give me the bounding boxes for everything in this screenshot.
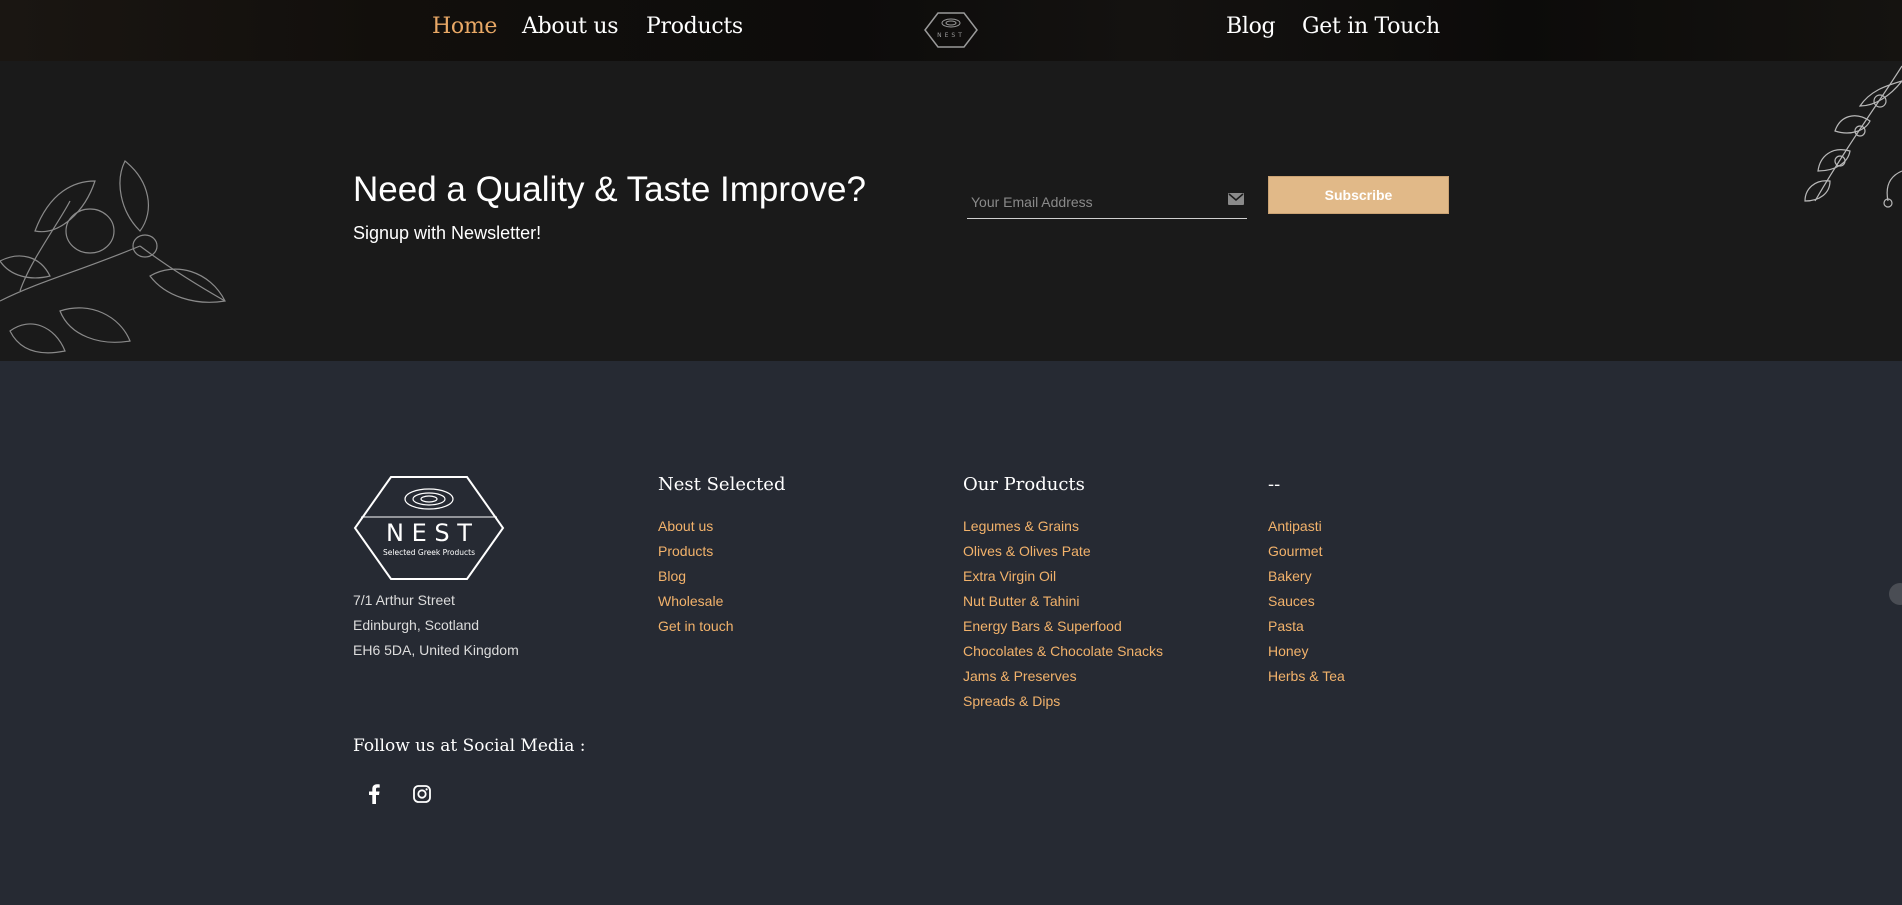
footer-link-pasta[interactable]: Pasta [1268, 618, 1304, 634]
subscribe-button[interactable]: Subscribe [1268, 176, 1449, 214]
newsletter-title: Need a Quality & Taste Improve? [353, 170, 866, 209]
botanical-illustration-right [1804, 65, 1902, 208]
column-title-our-products: Our Products [963, 474, 1085, 495]
footer-link-blog[interactable]: Blog [658, 568, 686, 584]
footer-link-products[interactable]: Products [658, 543, 713, 559]
footer-link-about-us[interactable]: About us [658, 518, 713, 534]
address-line-1: 7/1 Arthur Street [353, 592, 455, 608]
address-line-3: EH6 5DA, United Kingdom [353, 642, 519, 658]
scroll-indicator[interactable] [1889, 583, 1902, 605]
footer-link-extra-virgin-oil[interactable]: Extra Virgin Oil [963, 568, 1056, 584]
nav-products[interactable]: Products [646, 14, 743, 39]
newsletter-section: Need a Quality & Taste Improve? Signup w… [0, 61, 1902, 361]
svg-text:NEST: NEST [937, 32, 965, 39]
site-footer: N E S T Selected Greek Products 7/1 Arth… [0, 361, 1902, 905]
botanical-illustration-left [0, 160, 226, 354]
column-title-more: -- [1268, 474, 1281, 495]
footer-link-herbs-tea[interactable]: Herbs & Tea [1268, 668, 1345, 684]
footer-link-sauces[interactable]: Sauces [1268, 593, 1315, 609]
email-field [967, 184, 1247, 219]
envelope-icon [1228, 193, 1244, 205]
footer-link-legumes-grains[interactable]: Legumes & Grains [963, 518, 1079, 534]
nav-home[interactable]: Home [432, 14, 497, 39]
our-products-links: Legumes & Grains Olives & Olives Pate Ex… [963, 518, 1163, 718]
footer-link-jams-preserves[interactable]: Jams & Preserves [963, 668, 1077, 684]
nest-logo-icon[interactable]: NEST [924, 12, 978, 48]
footer-link-spreads-dips[interactable]: Spreads & Dips [963, 693, 1060, 709]
top-nav: Home About us Products NEST Blog Get in … [0, 0, 1902, 61]
nest-footer-logo[interactable]: N E S T Selected Greek Products [353, 475, 505, 581]
nav-blog[interactable]: Blog [1226, 14, 1276, 39]
column-title-nest-selected: Nest Selected [658, 474, 786, 495]
footer-link-bakery[interactable]: Bakery [1268, 568, 1312, 584]
footer-link-chocolates[interactable]: Chocolates & Chocolate Snacks [963, 643, 1163, 659]
footer-logo-tagline: Selected Greek Products [383, 548, 475, 557]
nav-about-us[interactable]: About us [522, 14, 619, 39]
nav-get-in-touch[interactable]: Get in Touch [1302, 14, 1440, 39]
footer-link-get-in-touch[interactable]: Get in touch [658, 618, 734, 634]
nest-selected-links: About us Products Blog Wholesale Get in … [658, 518, 734, 643]
instagram-icon[interactable] [410, 782, 434, 806]
footer-logo-text: N E S T [386, 519, 472, 547]
footer-link-nut-butter-tahini[interactable]: Nut Butter & Tahini [963, 593, 1079, 609]
address-line-2: Edinburgh, Scotland [353, 617, 480, 633]
facebook-icon[interactable] [362, 782, 386, 806]
social-media-title: Follow us at Social Media : [353, 736, 586, 756]
footer-link-wholesale[interactable]: Wholesale [658, 593, 723, 609]
more-products-links: Antipasti Gourmet Bakery Sauces Pasta Ho… [1268, 518, 1345, 693]
footer-link-antipasti[interactable]: Antipasti [1268, 518, 1322, 534]
footer-link-honey[interactable]: Honey [1268, 643, 1308, 659]
footer-link-energy-bars[interactable]: Energy Bars & Superfood [963, 618, 1122, 634]
footer-link-olives-pate[interactable]: Olives & Olives Pate [963, 543, 1091, 559]
email-input[interactable] [969, 189, 1213, 215]
newsletter-subtitle: Signup with Newsletter! [353, 223, 542, 243]
footer-link-gourmet[interactable]: Gourmet [1268, 543, 1322, 559]
